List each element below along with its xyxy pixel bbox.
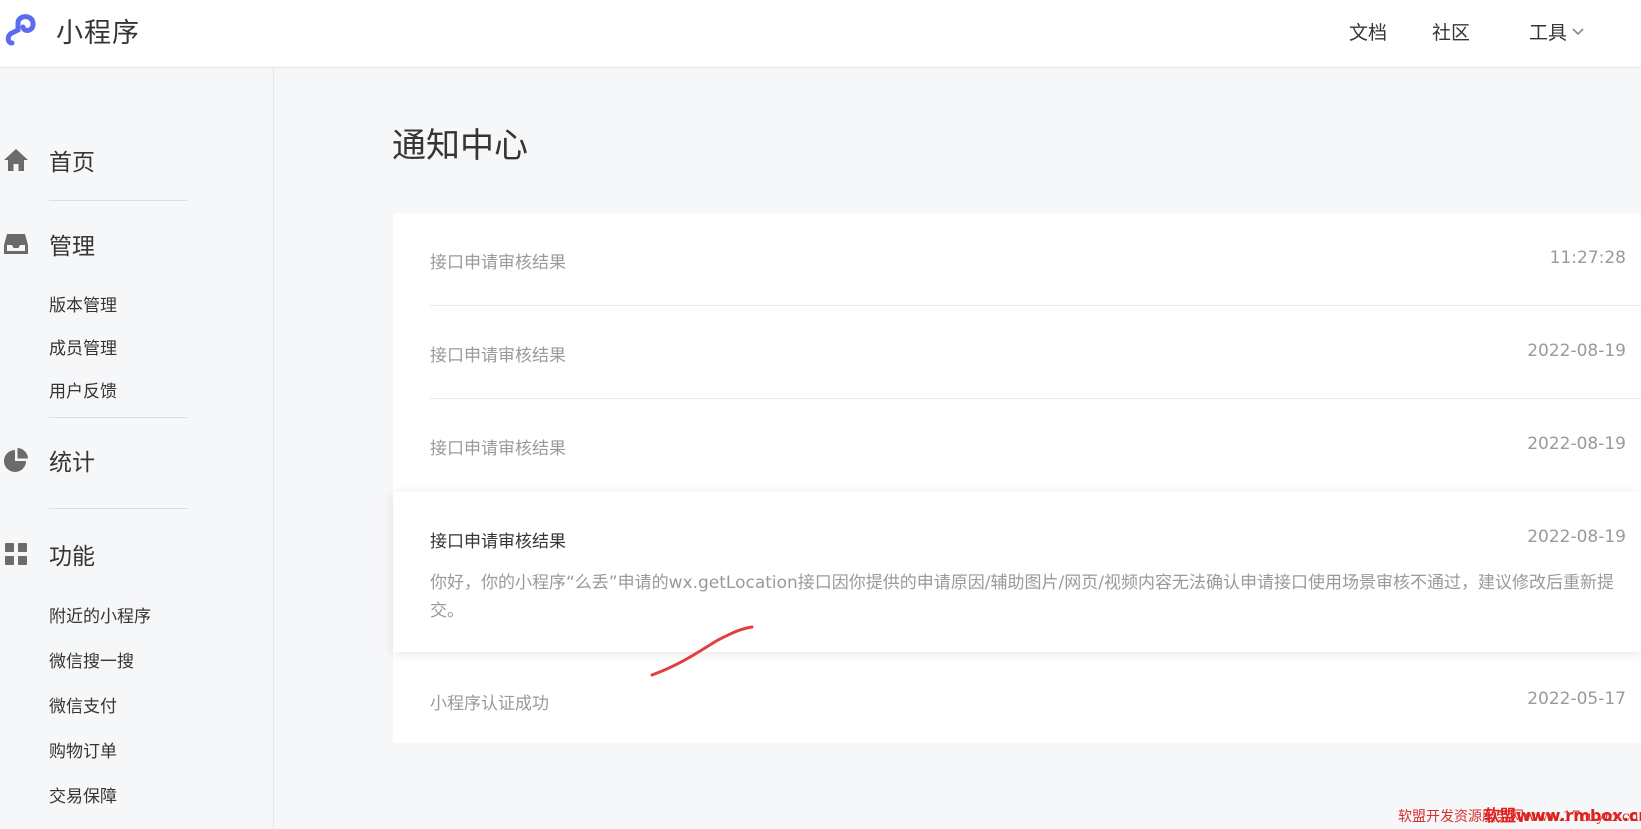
page-title: 通知中心 (392, 126, 528, 166)
notification-time: 11:27:28 (1549, 248, 1626, 268)
top-bar: 小程序 文档 社区 工具 (0, 0, 1641, 68)
notification-title: 小程序认证成功 (430, 694, 549, 714)
mini-program-logo-icon (5, 14, 36, 46)
sidebar-item-manage-label: 管理 (49, 234, 95, 260)
nav-tools-label: 工具 (1529, 22, 1568, 44)
sidebar-item-stats-label: 统计 (49, 450, 95, 476)
divider (49, 200, 187, 201)
watermark-overlay: 软盟www.rmbox.cn (1484, 806, 1641, 825)
pie-chart-icon (2, 446, 30, 474)
notification-item[interactable]: 接口申请审核结果 2022-08-19 (393, 306, 1641, 399)
notification-list: 接口申请审核结果 11:27:28 接口申请审核结果 2022-08-19 接口… (393, 213, 1641, 743)
sidebar-item-features-label: 功能 (49, 544, 95, 570)
notification-item-expanded[interactable]: 接口申请审核结果 2022-08-19 你好，你的小程序“么丢”申请的wx.ge… (393, 492, 1641, 652)
logo[interactable]: 小程序 (4, 10, 140, 50)
sidebar: 首页 管理 版本管理 成员管理 用户反馈 统计 功能 附近的小程序 微信搜一搜 … (0, 68, 274, 829)
sidebar-subitem-shopping-orders[interactable]: 购物订单 (49, 737, 117, 762)
notification-item[interactable]: 接口申请审核结果 2022-08-19 (393, 399, 1641, 492)
notification-time: 2022-08-19 (1527, 434, 1626, 454)
sidebar-item-manage[interactable]: 管理 (0, 230, 95, 260)
nav-tools[interactable]: 工具 (1529, 18, 1584, 45)
grid-icon (2, 540, 30, 568)
notification-title: 接口申请审核结果 (430, 253, 566, 273)
sidebar-item-features[interactable]: 功能 (0, 540, 95, 570)
nav-docs[interactable]: 文档 (1349, 18, 1387, 45)
sidebar-item-stats[interactable]: 统计 (0, 446, 95, 476)
app-name: 小程序 (56, 17, 140, 49)
sidebar-subitem-wechat-pay[interactable]: 微信支付 (49, 692, 117, 717)
divider (49, 417, 187, 418)
notification-title: 接口申请审核结果 (430, 532, 566, 552)
sidebar-subitem-nearby-mini-programs[interactable]: 附近的小程序 (49, 602, 151, 627)
sidebar-subitem-version-manage[interactable]: 版本管理 (49, 291, 117, 316)
sidebar-item-home[interactable]: 首页 (0, 146, 95, 176)
notification-body: 你好，你的小程序“么丢”申请的wx.getLocation接口因你提供的申请原因… (430, 573, 1614, 621)
divider (49, 508, 187, 509)
sidebar-subitem-transaction-guarantee[interactable]: 交易保障 (49, 782, 117, 807)
notification-item[interactable]: 小程序认证成功 2022-05-17 (393, 652, 1641, 743)
sidebar-item-home-label: 首页 (49, 150, 95, 176)
sidebar-subitem-wechat-search[interactable]: 微信搜一搜 (49, 647, 134, 672)
sidebar-subitem-user-feedback[interactable]: 用户反馈 (49, 377, 117, 402)
notification-title: 接口申请审核结果 (430, 346, 566, 366)
nav-community[interactable]: 社区 (1432, 18, 1470, 45)
notification-item[interactable]: 接口申请审核结果 11:27:28 (393, 213, 1641, 306)
notification-time: 2022-08-19 (1527, 527, 1626, 547)
notification-time: 2022-05-17 (1527, 689, 1626, 709)
notification-title: 接口申请审核结果 (430, 439, 566, 459)
notification-time: 2022-08-19 (1527, 341, 1626, 361)
sidebar-subitem-member-manage[interactable]: 成员管理 (49, 334, 117, 359)
inbox-icon (2, 230, 30, 258)
home-icon (2, 146, 30, 174)
chevron-down-icon (1572, 27, 1584, 35)
